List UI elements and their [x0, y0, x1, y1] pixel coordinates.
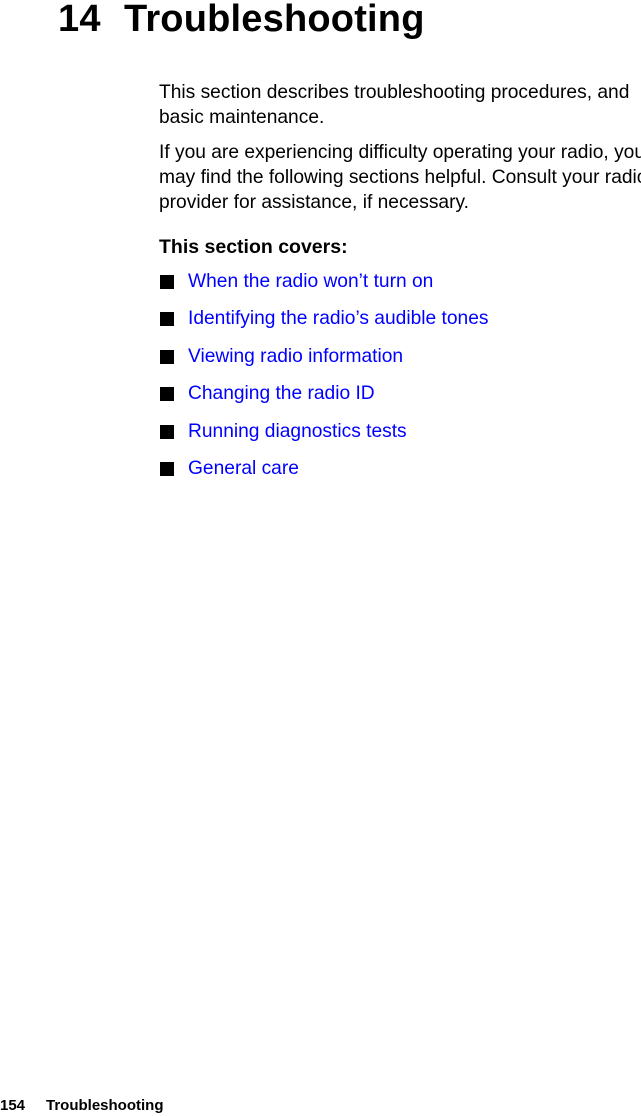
square-bullet-icon [160, 349, 174, 364]
list-item: When the radio won’t turn on [159, 263, 641, 301]
topic-list: When the radio won’t turn on Identifying… [159, 263, 641, 488]
list-item: Viewing radio information [159, 338, 641, 376]
link-radio-wont-turn-on[interactable]: When the radio won’t turn on [188, 271, 433, 293]
footer-section-title: Troubleshooting [46, 1097, 164, 1114]
link-audible-tones[interactable]: Identifying the radio’s audible tones [188, 308, 488, 330]
link-viewing-radio-information[interactable]: Viewing radio information [188, 346, 403, 368]
link-changing-radio-id[interactable]: Changing the radio ID [188, 383, 375, 405]
square-bullet-icon [160, 312, 174, 327]
intro-paragraph-1: This section describes troubleshooting p… [159, 82, 630, 128]
page-footer: 154 Troubleshooting [0, 1097, 164, 1115]
list-item: Identifying the radio’s audible tones [159, 301, 641, 339]
square-bullet-icon [160, 424, 174, 439]
list-item: Running diagnostics tests [159, 413, 641, 451]
intro-paragraph-2: If you are experiencing difficulty opera… [159, 142, 641, 213]
section-body: This section describes troubleshooting p… [159, 80, 641, 488]
square-bullet-icon [160, 462, 174, 477]
chapter-title-text: Troubleshooting [124, 0, 425, 40]
list-item: Changing the radio ID [159, 376, 641, 414]
square-bullet-icon [160, 274, 174, 289]
section-covers-heading: This section covers: [159, 236, 348, 258]
link-general-care[interactable]: General care [188, 458, 299, 480]
page-number: 154 [0, 1097, 26, 1114]
link-running-diagnostics-tests[interactable]: Running diagnostics tests [188, 421, 407, 443]
square-bullet-icon [160, 387, 174, 402]
list-item: General care [159, 451, 641, 489]
chapter-title: 14 Troubleshooting [58, 0, 425, 41]
chapter-number: 14 [58, 0, 101, 40]
